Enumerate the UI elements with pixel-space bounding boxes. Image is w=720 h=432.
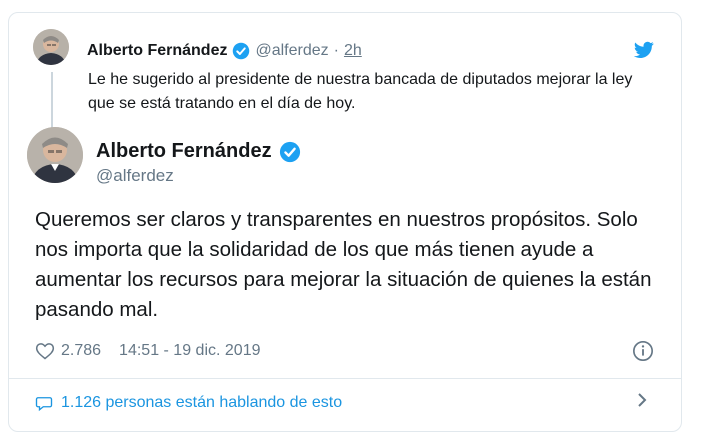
footer-divider	[8, 378, 682, 379]
reply-author-name[interactable]: Alberto Fernández	[87, 42, 227, 60]
speech-bubble-icon	[35, 394, 53, 412]
info-icon[interactable]	[632, 340, 654, 362]
main-author-handle[interactable]: @alferdez	[96, 166, 174, 186]
main-author-avatar[interactable]	[27, 127, 83, 183]
tweet-footer: 2.786 14:51 - 19 dic. 2019	[35, 339, 260, 363]
verified-badge-icon	[279, 141, 301, 163]
tweet-timestamp[interactable]: 14:51 - 19 dic. 2019	[119, 342, 260, 360]
like-count[interactable]: 2.786	[61, 342, 101, 360]
reply-tweet-text: Le he sugerido al presidente de nuestra …	[88, 71, 633, 112]
verified-badge-icon	[232, 42, 250, 60]
heart-icon[interactable]	[35, 341, 55, 361]
reply-header: Alberto Fernández @alferdez · 2h	[87, 41, 362, 61]
reply-author-handle[interactable]: @alferdez	[255, 42, 328, 60]
main-author-name-row: Alberto Fernández	[96, 140, 301, 163]
main-author-name[interactable]: Alberto Fernández	[96, 140, 272, 163]
twitter-bird-icon[interactable]	[633, 41, 654, 59]
reply-author-avatar[interactable]	[33, 29, 69, 65]
separator-dot: ·	[333, 42, 339, 59]
conversation-link[interactable]: 1.126 personas están hablando de esto	[35, 394, 342, 412]
reply-timestamp[interactable]: 2h	[344, 42, 362, 60]
main-tweet-text: Queremos ser claros y transparentes en n…	[35, 208, 652, 321]
thread-connector-line	[51, 72, 53, 134]
conversation-count-text: 1.126 personas están hablando de esto	[61, 394, 343, 411]
